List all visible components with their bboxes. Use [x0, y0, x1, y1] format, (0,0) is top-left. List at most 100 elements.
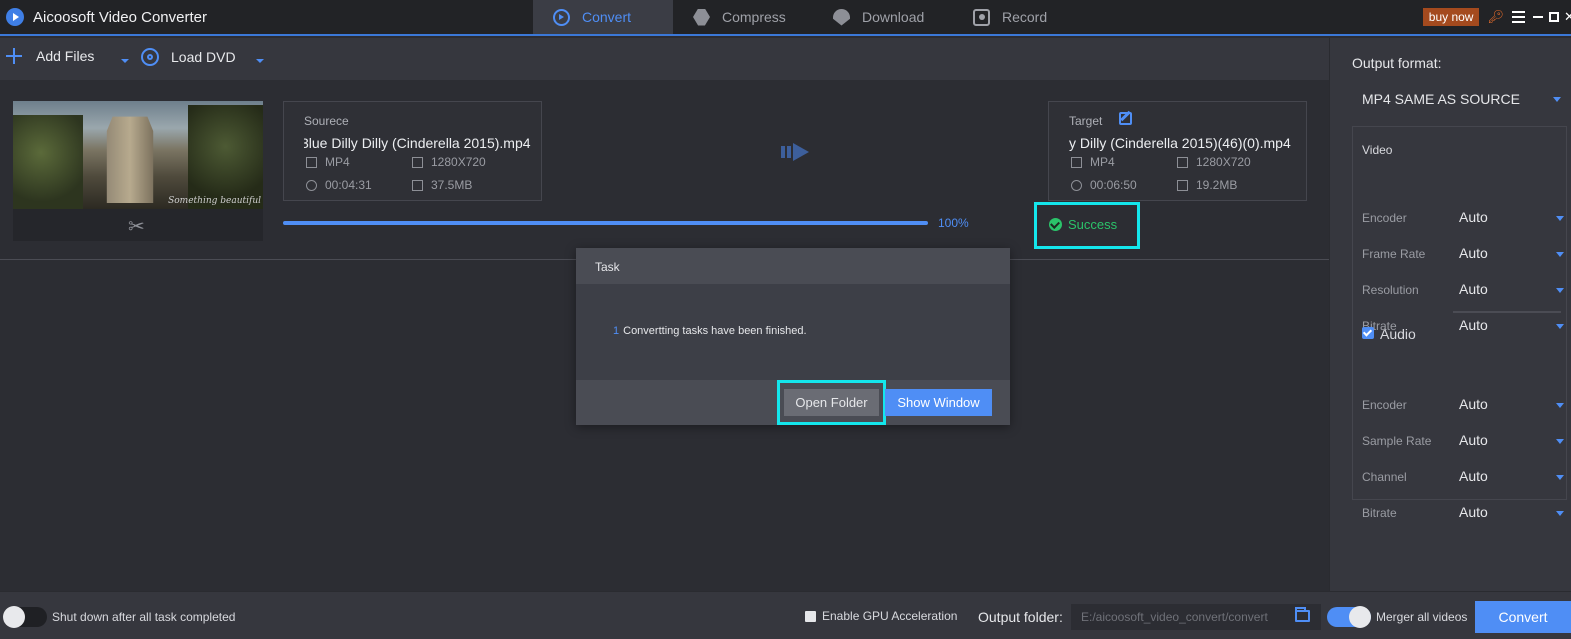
file-row: Something beautiful ✂ Sourece 3lue Dilly…	[0, 80, 1329, 260]
setting-label: Encoder	[1362, 211, 1407, 225]
filesize-icon	[1177, 179, 1188, 191]
filesize-icon	[412, 179, 423, 191]
video-thumbnail[interactable]: Something beautiful ✂	[13, 101, 263, 241]
setting-select[interactable]: Auto	[1459, 432, 1488, 448]
clock-icon	[1071, 179, 1082, 191]
merge-label: Merger all videos	[1376, 610, 1468, 624]
source-filename: 3lue Dilly Dilly (Cinderella 2015).mp4	[304, 135, 531, 151]
shutdown-toggle[interactable]	[3, 606, 47, 628]
add-files-label: Add Files	[36, 48, 95, 64]
dialog-header: Task	[576, 248, 1010, 284]
setting-select[interactable]: Auto	[1459, 504, 1488, 520]
source-info: Sourece 3lue Dilly Dilly (Cinderella 201…	[283, 101, 542, 201]
dialog-message: 1 Convertting tasks have been finished.	[613, 325, 807, 337]
output-folder-label: Output folder:	[978, 609, 1063, 625]
close-icon[interactable]: ✕	[1564, 9, 1571, 25]
chevron-down-icon[interactable]	[1556, 252, 1564, 257]
app-logo-icon	[6, 8, 24, 26]
settings-panel: Output format: MP4 SAME AS SOURCE Video …	[1329, 38, 1571, 591]
source-format: MP4	[306, 155, 350, 169]
target-filename: y Dilly (Cinderella 2015)(46)(0).mp4	[1069, 135, 1291, 151]
video-section-title: Video	[1362, 143, 1393, 157]
tab-record[interactable]: Record	[953, 0, 1093, 34]
clock-icon	[306, 179, 317, 191]
source-size: 37.5MB	[412, 178, 472, 192]
convert-button[interactable]: Convert	[1475, 601, 1571, 633]
status-badge: Success	[1034, 202, 1140, 249]
chevron-down-icon[interactable]	[1556, 216, 1564, 221]
target-duration: 00:06:50	[1071, 178, 1137, 192]
scissors-icon[interactable]: ✂	[128, 214, 145, 239]
setting-select[interactable]: Auto	[1459, 245, 1488, 261]
record-icon	[973, 8, 990, 26]
tab-label: Download	[862, 9, 925, 25]
chevron-down-icon[interactable]	[1556, 324, 1564, 329]
setting-select[interactable]: Auto	[1459, 281, 1488, 297]
setting-select[interactable]: Auto	[1459, 468, 1488, 484]
progress-bar	[283, 221, 928, 225]
setting-label: Sample Rate	[1362, 434, 1432, 448]
load-dvd-dropdown-icon[interactable]	[256, 59, 264, 63]
minimize-icon[interactable]	[1533, 16, 1543, 18]
setting-label: Encoder	[1362, 398, 1407, 412]
format-icon	[306, 156, 317, 168]
target-format: MP4	[1071, 155, 1115, 169]
setting-select[interactable]: Auto	[1459, 317, 1488, 333]
chevron-down-icon[interactable]	[1556, 475, 1564, 480]
target-info: Target y Dilly (Cinderella 2015)(46)(0).…	[1048, 101, 1307, 201]
task-dialog: Task 1 Convertting tasks have been finish…	[576, 248, 1010, 425]
setting-select[interactable]: Auto	[1459, 396, 1488, 412]
setting-select[interactable]: Auto	[1459, 209, 1488, 225]
output-format-select[interactable]: MP4 SAME AS SOURCE	[1352, 82, 1567, 116]
key-icon[interactable]: 🔑︎	[1487, 9, 1504, 25]
title-bar: Aicoosoft Video Converter Convert Compre…	[0, 0, 1571, 36]
format-icon	[1071, 156, 1082, 168]
gpu-checkbox[interactable]	[805, 611, 816, 622]
menu-icon[interactable]	[1512, 11, 1525, 23]
tab-label: Compress	[722, 9, 786, 25]
tab-convert[interactable]: Convert	[533, 0, 673, 34]
output-folder-field[interactable]: E:/aicoosoft_video_convert/convert	[1071, 604, 1321, 630]
toolbar: Add Files Load DVD	[0, 38, 1329, 80]
app-title: Aicoosoft Video Converter	[33, 9, 207, 26]
setting-label: Bitrate	[1362, 506, 1397, 520]
tab-compress[interactable]: Compress	[673, 0, 813, 34]
resolution-icon	[412, 156, 423, 168]
main-tabs: Convert Compress Download Record	[533, 0, 1093, 34]
merge-toggle[interactable]	[1327, 606, 1371, 628]
dialog-footer: Open Folder Show Window	[576, 380, 1010, 425]
divider	[1453, 311, 1561, 313]
add-files-dropdown-icon[interactable]	[121, 59, 129, 63]
chevron-down-icon[interactable]	[1556, 288, 1564, 293]
audio-checkbox[interactable]	[1362, 327, 1374, 339]
task-count: 1	[613, 325, 620, 337]
maximize-icon[interactable]	[1549, 12, 1559, 22]
gpu-label: Enable GPU Acceleration	[822, 609, 958, 623]
setting-label: Resolution	[1362, 283, 1419, 297]
tab-download[interactable]: Download	[813, 0, 953, 34]
convert-icon	[553, 8, 570, 26]
dialog-title: Task	[595, 260, 620, 274]
chevron-down-icon[interactable]	[1556, 403, 1564, 408]
open-folder-button[interactable]: Open Folder	[784, 389, 879, 416]
load-dvd-button[interactable]: Load DVD	[141, 48, 236, 66]
folder-icon[interactable]	[1295, 607, 1310, 622]
output-format-label: Output format:	[1352, 55, 1442, 71]
dvd-icon	[141, 48, 159, 66]
chevron-down-icon[interactable]	[1556, 439, 1564, 444]
target-resolution: 1280X720	[1177, 155, 1251, 169]
progress-percent: 100%	[938, 216, 969, 230]
add-files-button[interactable]: Add Files	[6, 48, 94, 64]
setting-label: Channel	[1362, 470, 1407, 484]
compress-icon	[693, 8, 710, 26]
plus-icon	[6, 48, 22, 64]
chevron-down-icon[interactable]	[1556, 511, 1564, 516]
settings-box: Video Encoder Auto Frame Rate Auto Resolutio…	[1352, 126, 1567, 520]
chevron-down-icon	[1553, 97, 1561, 102]
resolution-icon	[1177, 156, 1188, 168]
audio-section-title: Audio	[1380, 326, 1416, 342]
buy-now-button[interactable]: buy now	[1422, 8, 1480, 26]
show-window-button[interactable]: Show Window	[885, 389, 992, 416]
thumbnail-image: Something beautiful	[13, 101, 263, 209]
source-duration: 00:04:31	[306, 178, 372, 192]
